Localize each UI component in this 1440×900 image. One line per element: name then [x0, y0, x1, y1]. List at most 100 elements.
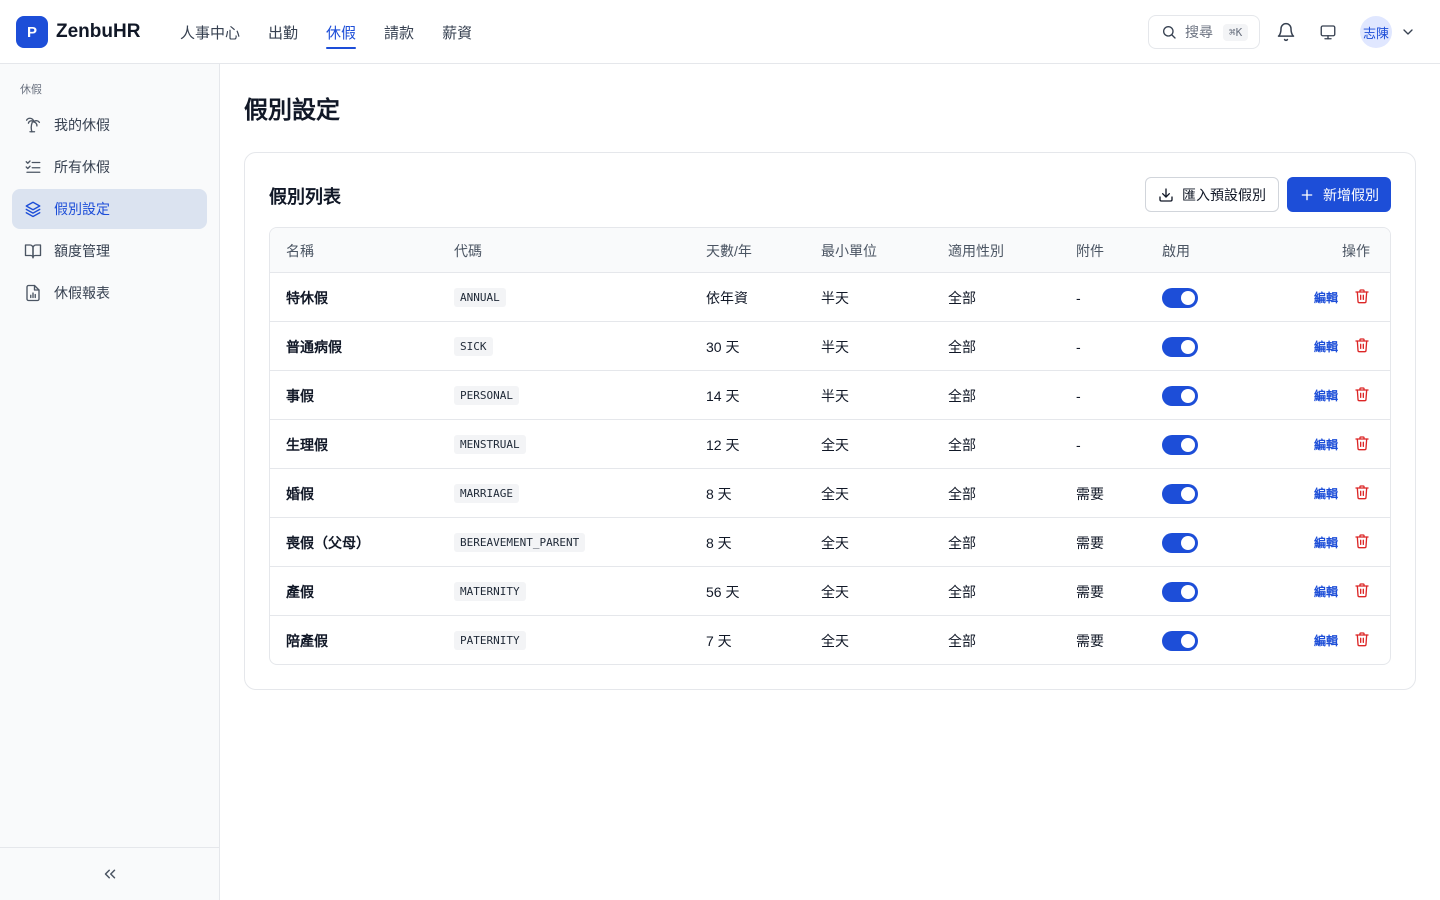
edit-button[interactable]: 編輯: [1314, 436, 1338, 453]
import-presets-label: 匯入預設假別: [1182, 186, 1266, 203]
leave-name: 普通病假: [286, 338, 342, 355]
display-button[interactable]: [1316, 20, 1340, 44]
edit-cell: 編輯: [1314, 469, 1338, 518]
delete-cell: [1354, 273, 1370, 322]
trash-icon: [1355, 485, 1369, 500]
notifications-button[interactable]: [1274, 20, 1298, 44]
search-button[interactable]: 搜尋 ⌘K: [1148, 15, 1260, 49]
edit-button[interactable]: 編輯: [1314, 387, 1338, 404]
delete-button[interactable]: [1354, 631, 1370, 650]
delete-button[interactable]: [1354, 484, 1370, 503]
user-avatar[interactable]: 志陳: [1360, 16, 1392, 48]
delete-button[interactable]: [1354, 288, 1370, 307]
leave-attachment: 需要: [1076, 485, 1104, 502]
leave-code: PATERNITY: [454, 631, 526, 650]
sidebar-item-quota[interactable]: 額度管理: [12, 231, 207, 271]
trash-icon: [1355, 289, 1369, 304]
delete-button[interactable]: [1354, 582, 1370, 601]
leave-code: MENSTRUAL: [454, 435, 526, 454]
column-header-actions: 操作: [1342, 242, 1370, 259]
leave-name: 生理假: [286, 436, 328, 453]
logo-mark: P: [16, 16, 48, 48]
enabled-toggle[interactable]: [1162, 385, 1198, 406]
edit-cell: 編輯: [1314, 616, 1338, 664]
edit-button[interactable]: 編輯: [1314, 289, 1338, 306]
delete-cell: [1354, 420, 1370, 469]
enabled-toggle[interactable]: [1162, 581, 1198, 602]
leave-code-cell: MARRIAGE: [454, 469, 519, 518]
enabled-toggle-cell: [1162, 371, 1198, 420]
chevrons-left-icon: [104, 869, 115, 879]
report-icon: [26, 284, 40, 302]
top-bar: P ZenbuHR 人事中心 出勤 休假 請款 薪資 搜尋 ⌘K 志陳: [0, 0, 1440, 64]
delete-button[interactable]: [1354, 386, 1370, 405]
app-logo[interactable]: P ZenbuHR: [16, 16, 140, 48]
edit-button[interactable]: 編輯: [1314, 338, 1338, 355]
user-menu-toggle[interactable]: [1400, 24, 1416, 45]
sidebar-collapse-button[interactable]: [0, 847, 219, 900]
delete-button[interactable]: [1354, 533, 1370, 552]
delete-cell: [1354, 322, 1370, 371]
palm-tree-icon: [25, 117, 41, 133]
leave-attachment: -: [1076, 289, 1081, 306]
edit-button[interactable]: 編輯: [1314, 583, 1338, 600]
topnav-item-leave[interactable]: 休假: [326, 0, 357, 64]
chevron-down-icon: [1403, 29, 1413, 35]
edit-cell: 編輯: [1314, 420, 1338, 469]
leave-min-unit: 全天: [821, 583, 849, 600]
sidebar-item-my-leave[interactable]: 我的休假: [12, 105, 207, 145]
delete-button[interactable]: [1354, 337, 1370, 356]
delete-cell: [1354, 469, 1370, 518]
leave-gender: 全部: [948, 485, 976, 502]
leave-min-unit: 半天: [821, 289, 849, 306]
import-presets-button[interactable]: 匯入預設假別: [1145, 177, 1279, 212]
topnav-item-attendance[interactable]: 出勤: [268, 0, 298, 64]
leave-attachment: 需要: [1076, 583, 1104, 600]
add-leave-type-label: 新增假別: [1323, 186, 1379, 203]
leave-gender: 全部: [948, 632, 976, 649]
trash-icon: [1355, 583, 1369, 598]
edit-button[interactable]: 編輯: [1314, 485, 1338, 502]
leave-code: ANNUAL: [454, 288, 506, 307]
app-name: ZenbuHR: [56, 21, 141, 42]
leave-days: 14 天: [706, 387, 740, 404]
enabled-toggle[interactable]: [1162, 532, 1198, 553]
leave-code: MARRIAGE: [454, 484, 519, 503]
topnav-item-payroll[interactable]: 薪資: [442, 0, 472, 64]
monitor-icon: [1320, 25, 1336, 40]
delete-button[interactable]: [1354, 435, 1370, 454]
sidebar-item-leave-types[interactable]: 假別設定: [12, 189, 207, 229]
topnav-item-hr-center[interactable]: 人事中心: [180, 0, 240, 64]
leave-attachment: 需要: [1076, 534, 1104, 551]
enabled-toggle-cell: [1162, 518, 1198, 567]
book-open-icon: [24, 244, 42, 259]
enabled-toggle[interactable]: [1162, 630, 1198, 651]
search-label: 搜尋: [1185, 24, 1213, 40]
leave-min-unit: 全天: [821, 436, 849, 453]
edit-button[interactable]: 編輯: [1314, 534, 1338, 551]
sidebar-item-all-leave[interactable]: 所有休假: [12, 147, 207, 187]
enabled-toggle[interactable]: [1162, 483, 1198, 504]
leave-days: 12 天: [706, 436, 740, 453]
download-icon: [1159, 187, 1173, 202]
list-check-icon: [25, 160, 41, 173]
edit-button[interactable]: 編輯: [1314, 632, 1338, 649]
enabled-toggle[interactable]: [1162, 287, 1198, 308]
enabled-toggle[interactable]: [1162, 336, 1198, 357]
leave-days: 8 天: [706, 534, 732, 551]
leave-name: 事假: [286, 387, 314, 404]
bell-icon: [1277, 22, 1295, 42]
enabled-toggle-cell: [1162, 567, 1198, 616]
topnav-item-expense[interactable]: 請款: [384, 0, 414, 64]
enabled-toggle-cell: [1162, 616, 1198, 664]
edit-cell: 編輯: [1314, 322, 1338, 371]
leave-code-cell: PATERNITY: [454, 616, 526, 664]
leave-name: 婚假: [286, 485, 314, 502]
enabled-toggle[interactable]: [1162, 434, 1198, 455]
edit-cell: 編輯: [1314, 371, 1338, 420]
sidebar-item-report[interactable]: 休假報表: [12, 273, 207, 313]
add-leave-type-button[interactable]: 新增假別: [1287, 177, 1391, 212]
sidebar-section-title: 休假: [20, 84, 42, 96]
leave-min-unit: 全天: [821, 632, 849, 649]
delete-cell: [1354, 616, 1370, 664]
